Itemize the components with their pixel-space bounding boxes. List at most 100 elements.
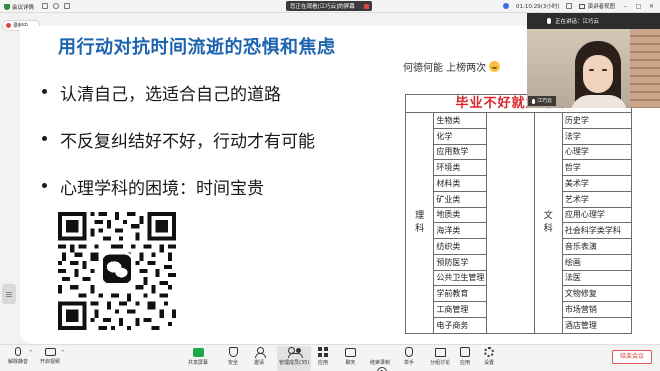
grid-view-icon[interactable]	[566, 3, 573, 9]
science-major-cell: 公共卫生管理	[433, 269, 488, 287]
start-video-label: 开启视频	[40, 359, 61, 365]
app-button[interactable]: 应用	[460, 346, 470, 371]
info-icon[interactable]	[42, 3, 48, 9]
timer-text: 01:10:29(3小时)	[515, 4, 560, 10]
chat-bubble: 何德何能 上榜两次	[403, 59, 501, 74]
invite-icon	[254, 347, 266, 358]
speaking-bar: 正在讲话：江巧云	[527, 13, 660, 29]
breakout-icon	[434, 348, 446, 357]
share-screen-button[interactable]: 共享屏幕	[188, 346, 208, 371]
chat-button[interactable]: 聊天	[345, 346, 356, 371]
app-icon	[460, 347, 470, 357]
arts-major-cell: 市场营销	[561, 301, 633, 318]
invite-button[interactable]: 邀请	[254, 346, 266, 371]
bookshelf	[630, 29, 660, 108]
arts-major-cell: 美术学	[561, 175, 633, 192]
side-panel-handle[interactable]	[2, 284, 16, 304]
smile-emoji-icon	[489, 61, 501, 72]
science-major-cell: 应用数学	[433, 143, 488, 161]
title-bar: 会议详情 您正在观看[江巧云]的屏幕 01:10:29(3小时) 演讲者视图 –…	[0, 0, 660, 13]
start-video-button[interactable]: 开启视频 ^	[40, 346, 65, 371]
share-screen-icon	[192, 348, 204, 357]
chat-icon	[345, 348, 356, 357]
science-major-cell: 电子商务	[433, 316, 488, 334]
arts-major-cell: 艺术学	[561, 190, 633, 208]
science-major-cell: 海洋类	[433, 222, 488, 239]
record-icon	[377, 367, 387, 371]
participant-eye	[589, 69, 594, 71]
arts-major-cell: 文物修复	[561, 285, 633, 302]
meeting-timer: 01:10:29(3小时)	[516, 2, 560, 10]
close-button[interactable]: ✕	[648, 3, 655, 10]
invite-label: 邀请	[254, 360, 265, 366]
science-major-cell: 矿业类	[433, 190, 488, 208]
apps-button[interactable]: 应用	[318, 346, 328, 371]
raise-hand-label: 举手	[404, 360, 415, 366]
minimize-button[interactable]: –	[622, 3, 629, 10]
arts-major-cell: 酒店管理	[561, 316, 633, 334]
slide-title: 用行动对抗时间流逝的恐惧和焦虑	[58, 37, 336, 58]
stop-recording-label: 结束录制	[370, 360, 391, 366]
security-button[interactable]: 安全	[228, 346, 238, 371]
science-major-cell: 材料类	[433, 175, 488, 192]
manage-members-button[interactable]: 管理成员(35)	[277, 346, 312, 371]
manage-members-label: 管理成员(35)	[279, 360, 310, 366]
arts-major-cell: 历史学	[561, 112, 633, 129]
unmute-button[interactable]: 解除静音 ^	[8, 346, 33, 371]
science-category-cell: 理科	[404, 112, 435, 334]
science-category-char: 科	[415, 223, 425, 234]
science-major-cell: 预防医学	[433, 253, 488, 271]
stop-viewing-icon[interactable]	[364, 3, 369, 9]
arts-major-cell: 社会科学类学科	[561, 222, 633, 239]
members-icon	[287, 347, 303, 358]
window-title-text: 会议详情	[12, 5, 35, 11]
science-major-cell: 工商管理	[433, 301, 488, 318]
arts-major-cell: 应用心理学	[561, 206, 633, 224]
raise-hand-button[interactable]: 举手	[404, 346, 414, 371]
arts-major-cell: 哲学	[561, 159, 633, 176]
apps-label: 应用	[318, 360, 329, 366]
end-meeting-button[interactable]: 结束会议	[612, 350, 652, 364]
arts-major-cell: 法医	[561, 269, 633, 287]
participant-mic-icon	[532, 98, 535, 104]
science-major-cell: 生物类	[433, 112, 488, 129]
stop-recording-button[interactable]: 结束录制	[370, 346, 390, 371]
slide-bullets: 认清自己，选适合自己的道路 不反复纠结好不好，行动才有可能 心理学科的困境：时间…	[40, 80, 315, 221]
apps-icon	[318, 347, 328, 357]
arts-category-char: 文	[543, 210, 553, 221]
breakout-button[interactable]: 分组讨论	[430, 346, 450, 371]
view-selector[interactable]: 演讲者视图	[579, 2, 615, 10]
science-category-char: 理	[415, 210, 425, 221]
arts-major-cell: 绘画	[561, 253, 633, 271]
share-banner[interactable]: 您正在观看[江巧云]的屏幕	[286, 1, 372, 11]
arts-major-cell: 法学	[561, 127, 633, 145]
maximize-button[interactable]: □	[635, 3, 642, 10]
chat-label: 聊天	[345, 360, 356, 366]
speaking-mic-icon	[547, 18, 551, 24]
arts-category-char: 科	[543, 223, 553, 234]
participant-eye	[602, 69, 607, 71]
wechat-qr-code	[58, 212, 176, 330]
unmute-label: 解除静音	[8, 359, 29, 365]
app-shield-icon	[4, 4, 10, 10]
participant-face	[583, 55, 613, 93]
science-major-cell: 学前教育	[433, 285, 488, 302]
science-major-cell: 环境类	[433, 159, 488, 176]
video-tile[interactable]: 正在讲话：江巧云	[527, 13, 660, 108]
security-label: 安全	[228, 360, 239, 366]
status-icon	[502, 3, 509, 9]
window-title: 会议详情	[4, 3, 34, 11]
view-label: 演讲者视图	[587, 4, 615, 10]
layout-icon[interactable]	[64, 3, 70, 9]
share-banner-text: 您正在观看[江巧云]的屏幕	[290, 4, 355, 10]
network-icon[interactable]	[53, 3, 59, 9]
gear-icon	[484, 347, 494, 357]
participant-body	[571, 95, 627, 108]
settings-button[interactable]: 设置	[484, 346, 494, 371]
arts-major-cell: 音乐表演	[561, 238, 633, 255]
science-major-cell: 地质类	[433, 206, 488, 224]
chat-text: 何德何能 上榜两次	[403, 63, 487, 74]
settings-label: 设置	[484, 360, 495, 366]
majors-table: 理科生物类文科历史学 化学 法学 应用数学 心理学 环境类 哲学 材料类 美术学 矿业类 艺术学 地质…	[404, 112, 633, 334]
participant-name-tag: 江巧云	[528, 96, 557, 106]
